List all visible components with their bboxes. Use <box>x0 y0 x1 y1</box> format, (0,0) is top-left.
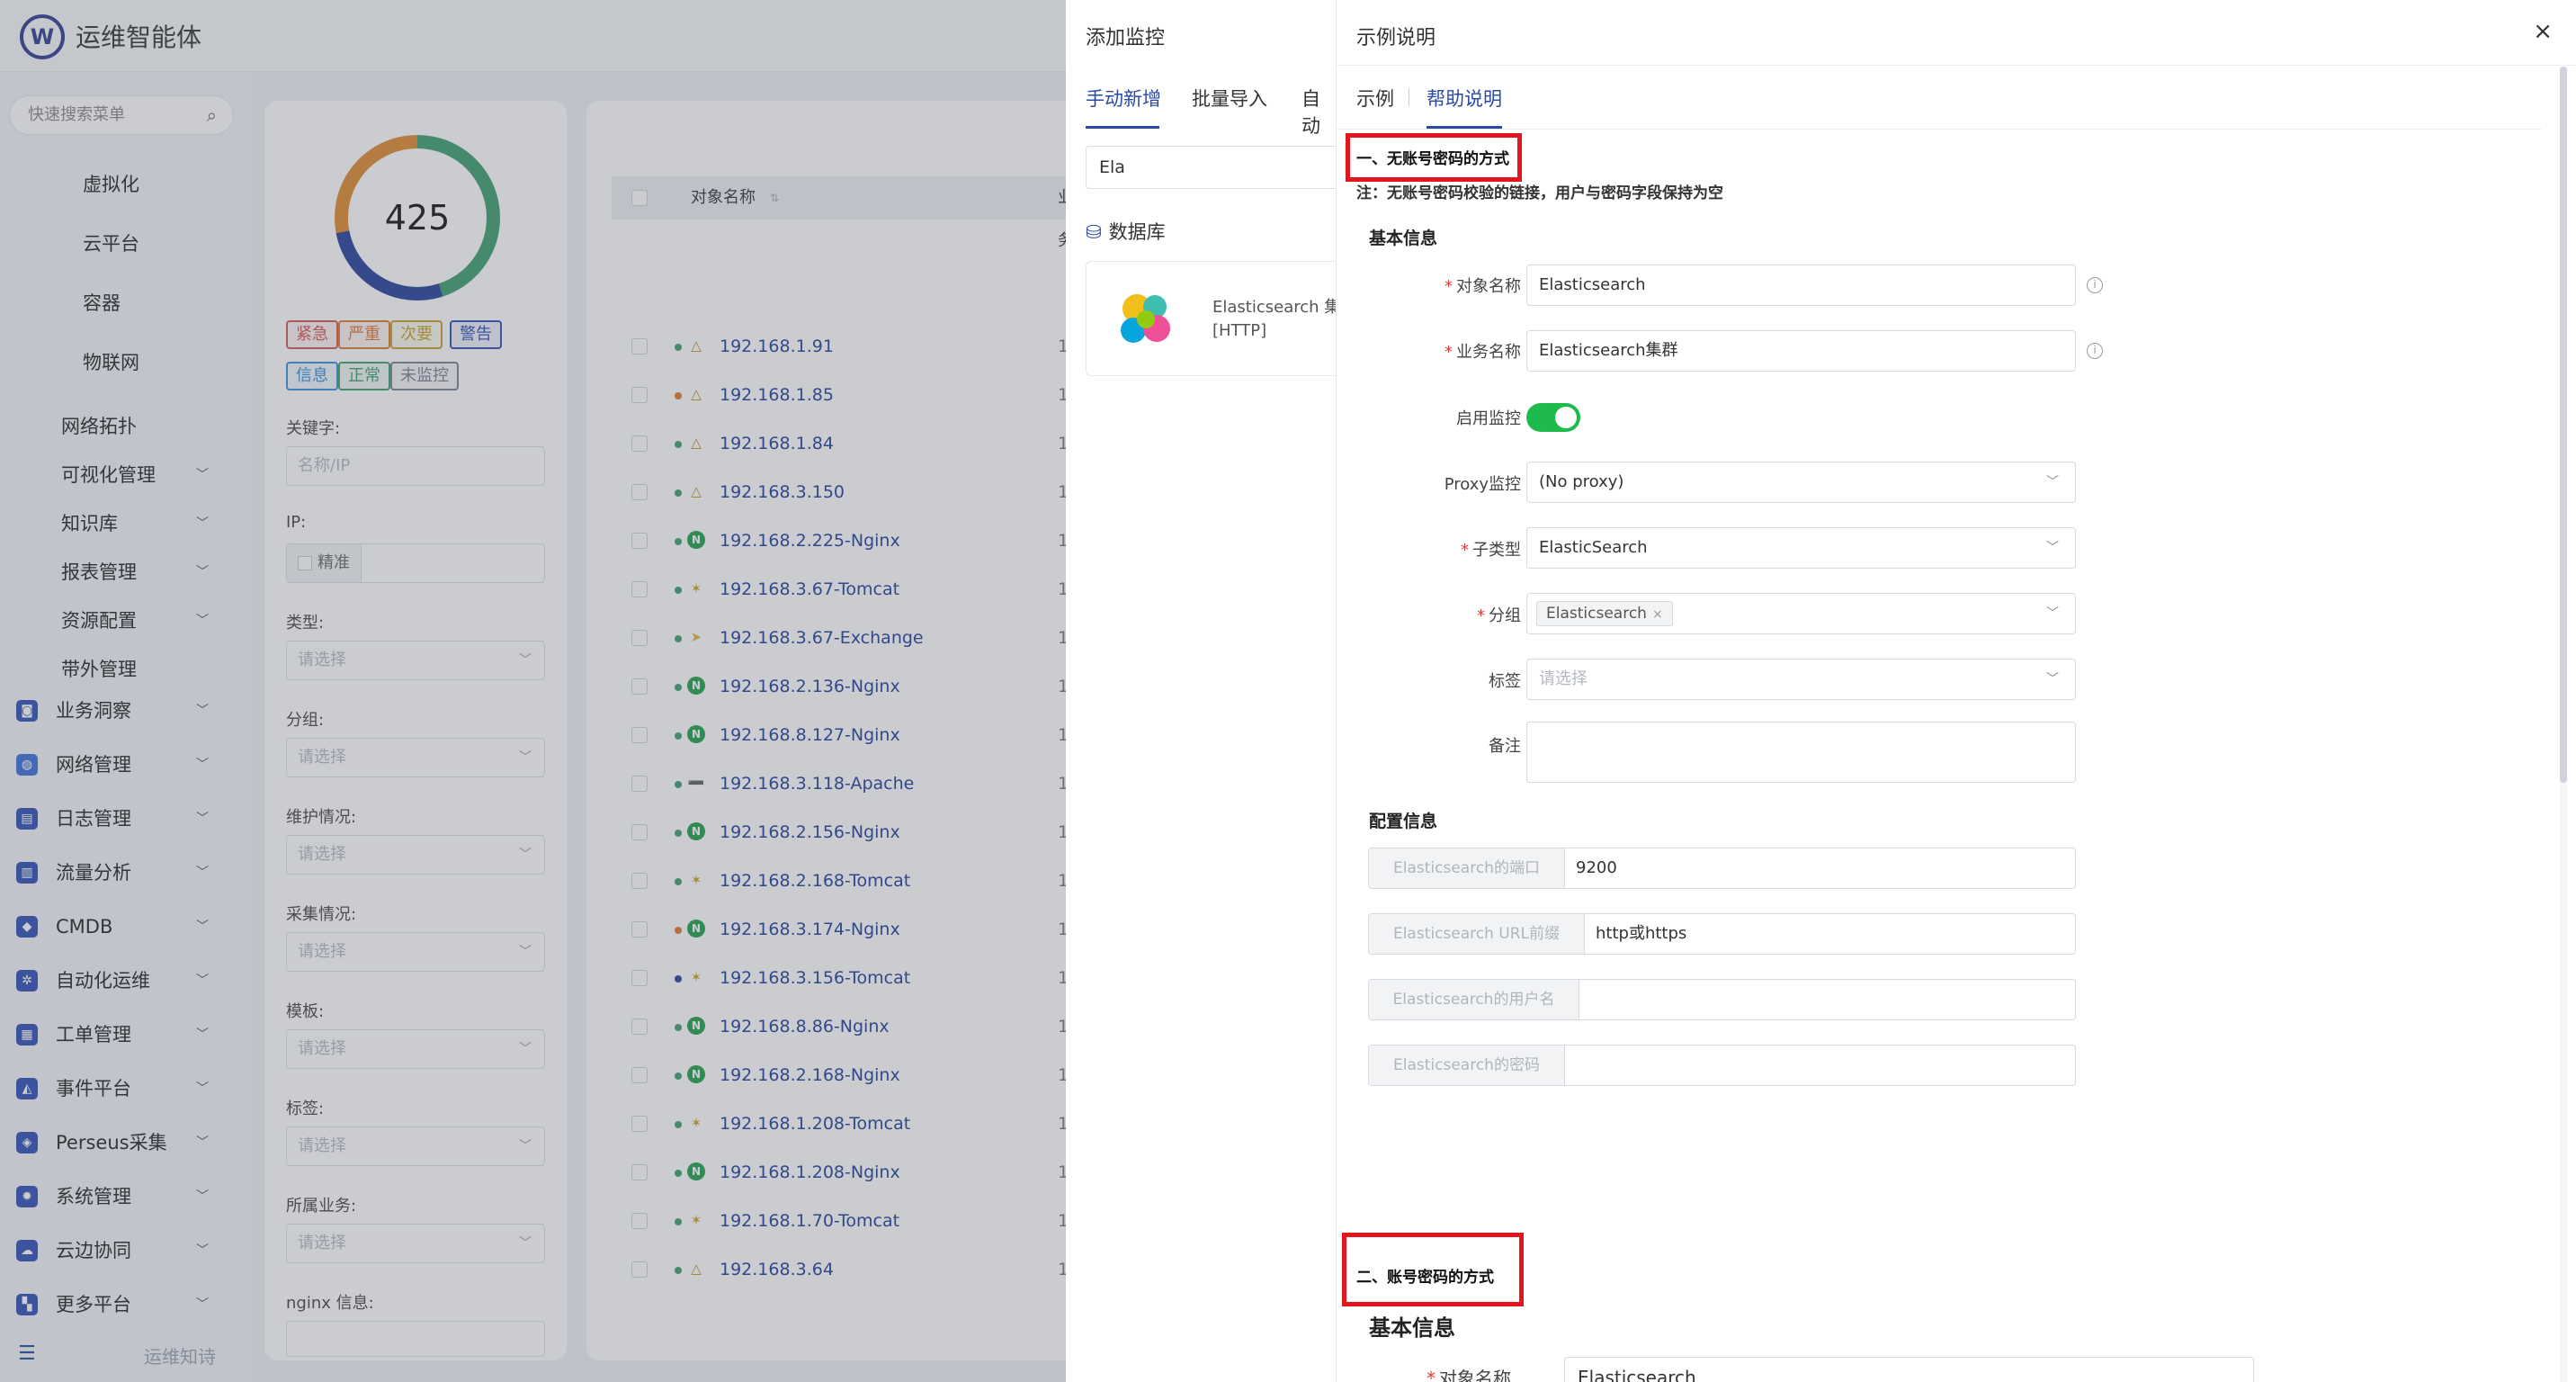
example-drawer: 示例说明 × 示例 帮助说明 一、无账号密码的方式 注：无账号密码校验的链接，用… <box>1336 0 2576 1382</box>
scrollbar-thumb[interactable] <box>2560 67 2567 783</box>
config-input-group[interactable]: Elasticsearch的端口 9200 <box>1368 848 2076 889</box>
info-icon[interactable]: i <box>2087 277 2103 293</box>
section2-object-input[interactable]: Elasticsearch <box>1564 1357 2254 1382</box>
chevron-down-icon: ﹀ <box>2046 672 2059 687</box>
card-protocol: [HTTP] <box>1212 321 1267 340</box>
section1-note: 注：无账号密码校验的链接，用户与密码字段保持为空 <box>1356 184 1723 202</box>
section1-title: 一、无账号密码的方式 <box>1356 150 1509 168</box>
proxy-value: (No proxy) <box>1539 472 1624 491</box>
monitor-search-input[interactable]: Ela <box>1086 146 1355 189</box>
tag-placeholder: 请选择 <box>1539 669 1588 688</box>
tag-select[interactable]: 请选择 ﹀ <box>1526 659 2076 700</box>
biz-name-label: * 业务名称 <box>1445 343 1521 362</box>
config-input-group[interactable]: Elasticsearch URL前缀 http或https <box>1368 913 2076 955</box>
elasticsearch-logo-icon <box>1121 294 1170 343</box>
config-addon-label: Elasticsearch的用户名 <box>1369 980 1579 1019</box>
chip-remove-icon[interactable]: × <box>1652 607 1663 622</box>
category-database: ⛁ 数据库 <box>1086 218 1166 245</box>
object-name-label: * 对象名称 <box>1445 277 1521 296</box>
group-label: * 分组 <box>1477 606 1521 625</box>
elasticsearch-card[interactable]: Elasticsearch 集 [HTTP] <box>1086 261 1355 376</box>
drawer-divider <box>1337 65 2576 66</box>
group-select[interactable]: Elasticsearch × ﹀ <box>1526 593 2076 634</box>
config-input[interactable]: http或https <box>1585 914 1686 954</box>
subtype-value: ElasticSearch <box>1539 538 1648 557</box>
active-tab-indicator <box>1086 126 1159 129</box>
config-info-heading: 配置信息 <box>1369 812 1438 831</box>
app-root: W 运维智能体 快速搜索菜单 ⌕ 虚拟化 云平台 容器 物联网 网络拓扑 可视化管理 ﹀ 知识… <box>0 0 2576 1382</box>
info-icon[interactable]: i <box>2087 343 2103 359</box>
biz-name-input[interactable]: Elasticsearch集群 <box>1526 330 2076 372</box>
tab-manual-add[interactable]: 手动新增 <box>1086 85 1161 112</box>
card-title: Elasticsearch 集 <box>1212 298 1341 317</box>
tab-batch-import[interactable]: 批量导入 <box>1192 85 1267 112</box>
config-addon-label: Elasticsearch的端口 <box>1369 848 1565 888</box>
enable-monitor-toggle[interactable] <box>1526 403 1580 432</box>
close-icon[interactable]: × <box>2533 18 2553 45</box>
enable-monitor-label: 启用监控 <box>1456 409 1521 428</box>
config-input[interactable]: 9200 <box>1565 848 1617 888</box>
tab-example[interactable]: 示例 <box>1356 85 1394 112</box>
config-addon-label: Elasticsearch的密码 <box>1369 1045 1565 1085</box>
tabs-rule <box>1337 129 2542 130</box>
category-label: 数据库 <box>1108 221 1166 243</box>
modal-overlay[interactable] <box>0 0 1066 1382</box>
add-monitor-dialog: 添加监控 手动新增 批量导入 自动 Ela ⛁ 数据库 Elasticsearch… <box>1066 0 1355 1382</box>
section2-title: 二、账号密码的方式 <box>1356 1269 1494 1287</box>
object-name-input[interactable]: Elasticsearch <box>1526 265 2076 306</box>
basic-info-heading: 基本信息 <box>1369 229 1438 248</box>
drawer-title: 示例说明 <box>1356 27 1436 49</box>
add-monitor-title: 添加监控 <box>1086 27 1166 49</box>
section2-basic-heading: 基本信息 <box>1369 1315 1455 1341</box>
subtype-label: * 子类型 <box>1461 541 1521 560</box>
tag-label: 标签 <box>1489 672 1521 691</box>
subtype-select[interactable]: ElasticSearch ﹀ <box>1526 527 2076 569</box>
toggle-knob <box>1555 407 1577 428</box>
proxy-select[interactable]: (No proxy) ﹀ <box>1526 462 2076 503</box>
remark-label: 备注 <box>1489 737 1521 756</box>
chevron-down-icon: ﹀ <box>2046 475 2059 489</box>
chevron-down-icon: ﹀ <box>2046 606 2059 621</box>
tab-auto[interactable]: 自动 <box>1301 85 1336 139</box>
chevron-down-icon: ﹀ <box>2046 541 2059 555</box>
database-icon: ⛁ <box>1086 221 1102 243</box>
config-input-group[interactable]: Elasticsearch的用户名 <box>1368 979 2076 1020</box>
config-addon-label: Elasticsearch URL前缀 <box>1369 914 1585 954</box>
config-input-group[interactable]: Elasticsearch的密码 <box>1368 1045 2076 1086</box>
remark-textarea[interactable] <box>1526 722 2076 783</box>
tab-help[interactable]: 帮助说明 <box>1427 85 1502 112</box>
section2-object-label: * 对象名称 <box>1427 1368 1511 1382</box>
group-chip[interactable]: Elasticsearch × <box>1536 601 1673 626</box>
proxy-label: Proxy监控 <box>1444 475 1521 494</box>
